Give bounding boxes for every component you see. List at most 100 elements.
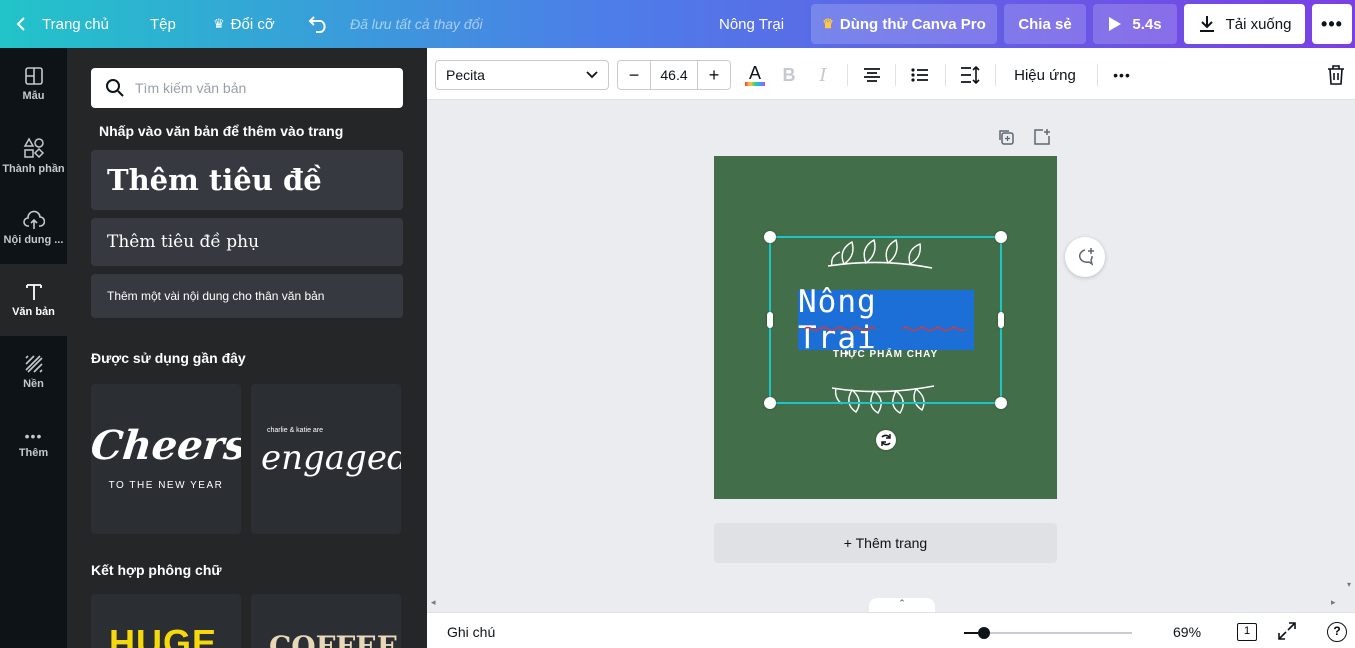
- search-input[interactable]: [135, 80, 385, 96]
- toolbar-divider: [995, 64, 996, 86]
- text-color-button[interactable]: A: [743, 60, 767, 90]
- search-box[interactable]: [91, 68, 403, 108]
- recent-item-engaged[interactable]: charlie & katie are engaged!: [251, 384, 401, 534]
- rail-label: Thành phần: [2, 163, 65, 175]
- more-horizontal-icon: •••: [1321, 14, 1343, 34]
- fullscreen-button[interactable]: [1278, 622, 1296, 645]
- italic-button[interactable]: I: [813, 60, 833, 90]
- background-icon: [24, 355, 43, 373]
- add-page-icon-button[interactable]: [1033, 128, 1051, 151]
- add-subheading-button[interactable]: Thêm tiêu đề phụ: [91, 218, 403, 266]
- rail-label: Nền: [23, 378, 44, 390]
- upload-icon: [22, 210, 45, 229]
- canvas-stage: Nông Trại THỰC PHẨM CHAY + Thêm trang: [427, 100, 1345, 600]
- add-heading-button[interactable]: Thêm tiêu đề: [91, 150, 403, 210]
- bullet-list-icon: [911, 68, 928, 82]
- scroll-down-arrow[interactable]: ▾: [1347, 580, 1351, 589]
- spacing-button[interactable]: [959, 60, 981, 90]
- rail-label: Mẫu: [22, 90, 45, 102]
- rail-label: Thêm: [18, 447, 49, 459]
- duplicate-page-button[interactable]: [997, 128, 1015, 151]
- bold-button[interactable]: B: [779, 60, 799, 90]
- present-button[interactable]: 5.4s: [1093, 4, 1177, 44]
- more-tools-button[interactable]: •••: [1111, 60, 1133, 90]
- bottom-bar: Ghi chú 69% 1 ?: [427, 612, 1355, 648]
- zoom-level[interactable]: 69%: [1173, 624, 1201, 640]
- rail-item-background[interactable]: Nền: [0, 336, 67, 408]
- rotate-handle[interactable]: [876, 430, 896, 450]
- resize-handle-top-right[interactable]: [995, 231, 1007, 243]
- resize-handle-right[interactable]: [998, 312, 1004, 328]
- align-button[interactable]: [861, 60, 883, 90]
- try-pro-button[interactable]: ♛ Dùng thử Canva Pro: [811, 4, 997, 44]
- increase-size-button[interactable]: +: [698, 65, 730, 86]
- add-body-button[interactable]: Thêm một vài nội dung cho thân văn bản: [91, 274, 403, 318]
- scroll-left-arrow[interactable]: ◂: [431, 597, 436, 608]
- home-link[interactable]: Trang chủ: [14, 0, 109, 48]
- chevron-left-icon: [16, 17, 25, 31]
- share-button[interactable]: Chia sẻ: [1004, 4, 1086, 44]
- resize-handle-bottom-left[interactable]: [764, 397, 776, 409]
- undo-icon: [308, 16, 326, 33]
- rail-item-uploads[interactable]: Nội dung ...: [0, 192, 67, 264]
- horizontal-scrollbar[interactable]: ◂ ▸ ⌃: [427, 596, 1345, 612]
- home-label: Trang chủ: [42, 15, 109, 33]
- text-icon: [25, 284, 42, 300]
- toolbar-divider: [945, 64, 946, 86]
- zoom-slider[interactable]: [964, 627, 1132, 639]
- try-pro-label: Dùng thử Canva Pro: [839, 15, 986, 33]
- list-button[interactable]: [909, 60, 931, 90]
- editor-toolbar: Pecita − 46.4 + A B I Hiệu ứng •••: [427, 48, 1355, 100]
- resize-handle-bottom-right[interactable]: [995, 397, 1007, 409]
- undo-button[interactable]: [308, 0, 330, 48]
- font-size-stepper[interactable]: − 46.4 +: [617, 60, 731, 90]
- comment-add-icon: [1079, 248, 1094, 266]
- decrease-size-button[interactable]: −: [618, 65, 650, 86]
- text-panel: Nhấp vào văn bản để thêm vào trang Thêm …: [67, 48, 427, 648]
- play-icon: [1109, 17, 1122, 31]
- rail-item-text[interactable]: Văn bản: [0, 264, 67, 336]
- help-button[interactable]: ?: [1327, 622, 1347, 642]
- scroll-right-arrow[interactable]: ▸: [1331, 597, 1336, 608]
- file-menu[interactable]: Tệp: [150, 0, 176, 48]
- elements-icon: [23, 137, 44, 159]
- notes-button[interactable]: Ghi chú: [447, 624, 495, 640]
- document-title[interactable]: Nông Trại: [719, 0, 784, 48]
- combo-item-huge[interactable]: HUGE: [91, 594, 241, 648]
- zoom-slider-thumb[interactable]: [978, 627, 990, 639]
- line-spacing-icon: [961, 66, 980, 84]
- crown-icon: ♛: [822, 16, 834, 31]
- rail-item-elements[interactable]: Thành phần: [0, 120, 67, 192]
- rail-item-more[interactable]: ••• Thêm: [0, 408, 67, 480]
- resize-menu[interactable]: ♛ Đổi cỡ: [213, 0, 275, 48]
- recent-item-cheers[interactable]: Cheers TO THE NEW YEAR: [91, 384, 241, 534]
- resize-handle-left[interactable]: [767, 312, 773, 328]
- combo-item-coffee[interactable]: COFFEE: [251, 594, 401, 648]
- font-family-value: Pecita: [446, 67, 485, 83]
- more-options-button[interactable]: •••: [1312, 4, 1352, 44]
- recent-item-main: engaged!: [261, 438, 401, 478]
- design-page[interactable]: Nông Trại THỰC PHẨM CHAY: [714, 156, 1057, 499]
- chevron-up-icon: ⌃: [898, 598, 906, 608]
- expand-notes-button[interactable]: ⌃: [869, 598, 935, 612]
- toolbar-divider: [895, 64, 896, 86]
- download-button[interactable]: Tải xuống: [1184, 4, 1305, 44]
- delete-button[interactable]: [1325, 60, 1347, 90]
- font-size-value[interactable]: 46.4: [650, 61, 698, 89]
- effects-button[interactable]: Hiệu ứng: [1007, 60, 1083, 90]
- search-icon: [106, 79, 124, 97]
- page-count-button[interactable]: 1: [1237, 623, 1257, 641]
- play-duration: 5.4s: [1132, 15, 1162, 33]
- rail-label: Nội dung ...: [3, 234, 64, 246]
- help-icon: ?: [1333, 624, 1341, 638]
- vertical-scrollbar[interactable]: ▾: [1345, 100, 1355, 612]
- add-page-button[interactable]: + Thêm trang: [714, 523, 1057, 563]
- click-hint: Nhấp vào văn bản để thêm vào trang: [99, 123, 344, 139]
- chevron-down-icon: [586, 71, 598, 79]
- font-family-select[interactable]: Pecita: [435, 60, 609, 90]
- bold-icon: B: [782, 64, 796, 85]
- add-comment-button[interactable]: [1065, 237, 1105, 277]
- rail-item-templates[interactable]: Mẫu: [0, 48, 67, 120]
- italic-icon: I: [819, 64, 827, 86]
- resize-handle-top-left[interactable]: [764, 231, 776, 243]
